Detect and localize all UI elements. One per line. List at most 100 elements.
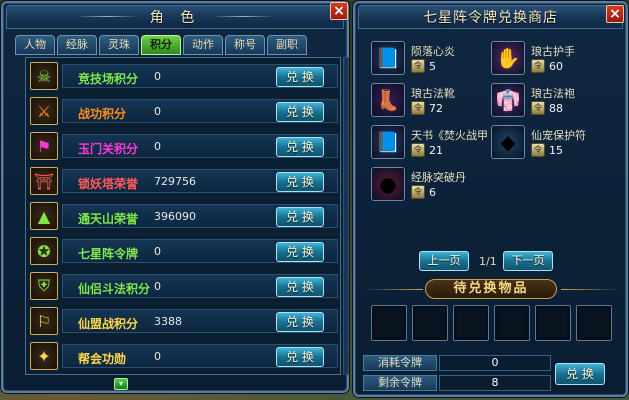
exchange-button[interactable]: 兑 换	[555, 363, 605, 385]
character-panel-title: 角 色	[149, 10, 201, 26]
exchange-score-button[interactable]: 兑 换	[276, 102, 324, 122]
exchange-score-button[interactable]: 兑 换	[276, 347, 324, 367]
fortress-flag-icon: ⚑	[30, 132, 58, 160]
pending-item-slot[interactable]	[371, 305, 407, 341]
shop-item[interactable]: 📘 天书《焚火战甲令 21	[371, 125, 489, 161]
pending-item-slot[interactable]	[535, 305, 571, 341]
pill-icon[interactable]: ●	[371, 167, 405, 201]
exchange-score-button[interactable]: 兑 换	[276, 207, 324, 227]
score-value: 0	[154, 280, 161, 293]
gauntlet-icon[interactable]: ✋	[491, 41, 525, 75]
shop-item[interactable]: ● 经脉突破丹令 6	[371, 167, 489, 203]
pending-item-slots	[371, 305, 615, 347]
prev-page-button[interactable]: 上一页	[419, 251, 469, 271]
title-ornament-left	[77, 16, 137, 17]
remaining-token-value: 8	[439, 375, 551, 391]
mountain-crystal-icon: ▲	[30, 202, 58, 230]
score-row: ☠ 竞技场积分 0 兑 换	[26, 61, 342, 92]
consume-token-value: 0	[439, 355, 551, 371]
shield-emblem-icon: ⛨	[30, 272, 58, 300]
character-tabs: 人物 经脉 灵珠 积分 动作 称号 副职	[15, 35, 307, 55]
score-label: 七星阵令牌	[78, 247, 139, 261]
exchange-score-button[interactable]: 兑 换	[276, 67, 324, 87]
shop-title-bar[interactable]: 七星阵令牌兑换商店	[358, 5, 623, 29]
token-icon: 令	[411, 101, 425, 115]
exchange-score-button[interactable]: 兑 换	[276, 137, 324, 157]
score-value: 0	[154, 70, 161, 83]
shop-item-name: 琅古法靴	[411, 87, 455, 100]
score-value: 0	[154, 350, 161, 363]
score-value: 729756	[154, 175, 196, 188]
boots-icon[interactable]: 👢	[371, 83, 405, 117]
chevron-down-icon[interactable]: ▾	[114, 378, 128, 390]
exchange-score-button[interactable]: 兑 换	[276, 277, 324, 297]
pending-item-slot[interactable]	[412, 305, 448, 341]
score-value: 396090	[154, 210, 196, 223]
tab-4[interactable]: 动作	[183, 35, 223, 55]
tab-3[interactable]: 积分	[141, 35, 181, 55]
shop-item[interactable]: ✋ 琅古护手令 60	[491, 41, 609, 77]
score-label: 帮会功勋	[78, 352, 127, 366]
pending-item-slot[interactable]	[453, 305, 489, 341]
shop-item-name: 陨落心炎	[411, 45, 455, 58]
exchange-shop-panel: 七星阵令牌兑换商店 × 📘 陨落心炎令 5 ✋ 琅古护手令 60 👢 琅古法靴令 72 👘 琅古法袍…	[353, 1, 628, 397]
shop-item-cost: 5	[429, 60, 436, 73]
tab-5[interactable]: 称号	[225, 35, 265, 55]
shop-item[interactable]: 📘 陨落心炎令 5	[371, 41, 489, 77]
score-row: ▲ 通天山荣誉 396090 兑 换	[26, 201, 342, 232]
shop-item[interactable]: 👢 琅古法靴令 72	[371, 83, 489, 119]
pet-charm-icon[interactable]: ◆	[491, 125, 525, 159]
exchange-score-button[interactable]: 兑 换	[276, 242, 324, 262]
page-indicator: 1/1	[479, 255, 497, 268]
close-icon[interactable]: ×	[330, 2, 348, 20]
exchange-score-button[interactable]: 兑 换	[276, 172, 324, 192]
tab-1[interactable]: 经脉	[57, 35, 97, 55]
score-label: 仙盟战积分	[78, 317, 139, 331]
pending-items-banner: 待兑换物品	[425, 279, 557, 299]
consume-token-label: 消耗令牌	[363, 355, 437, 371]
exchange-score-button[interactable]: 兑 换	[276, 312, 324, 332]
token-icon: 令	[531, 59, 545, 73]
shop-item[interactable]: 👘 琅古法袍令 88	[491, 83, 609, 119]
score-label: 通天山荣誉	[78, 212, 139, 226]
character-panel: 角 色 × 人物 经脉 灵珠 积分 动作 称号 副职 ☠ 竞技场积分 0 兑 换 ⚔ 战功积分 0 兑 换…	[1, 1, 349, 393]
shop-item-cost: 60	[549, 60, 563, 73]
character-title-bar[interactable]: 角 色	[6, 5, 344, 29]
next-page-button[interactable]: 下一页	[503, 251, 553, 271]
score-label: 战功积分	[78, 107, 127, 121]
token-icon: 令	[411, 59, 425, 73]
score-value: 0	[154, 105, 161, 118]
pagoda-icon: ⛩	[30, 167, 58, 195]
tab-6[interactable]: 副职	[267, 35, 307, 55]
remaining-token-label: 剩余令牌	[363, 375, 437, 391]
score-label: 锁妖塔荣誉	[78, 177, 139, 191]
token-icon: 令	[411, 143, 425, 157]
close-icon[interactable]: ×	[606, 5, 624, 23]
score-list-scrollbar[interactable]	[343, 57, 349, 375]
guild-seal-icon: ✦	[30, 342, 58, 370]
war-banner-icon: ⚐	[30, 307, 58, 335]
pending-item-slot[interactable]	[576, 305, 612, 341]
robe-icon[interactable]: 👘	[491, 83, 525, 117]
score-row: ⚐ 仙盟战积分 3388 兑 换	[26, 306, 342, 337]
shop-item-name: 仙宠保护符	[531, 129, 586, 142]
shop-item-name: 经脉突破丹	[411, 171, 466, 184]
shop-item-cost: 21	[429, 144, 443, 157]
token-icon: 令	[531, 143, 545, 157]
shop-item-name: 琅古护手	[531, 45, 575, 58]
book-icon[interactable]: 📘	[371, 41, 405, 75]
tab-2[interactable]: 灵珠	[99, 35, 139, 55]
tab-0[interactable]: 人物	[15, 35, 55, 55]
score-row: ⚔ 战功积分 0 兑 换	[26, 96, 342, 127]
score-label: 仙侣斗法积分	[78, 282, 151, 296]
skill-book-icon[interactable]: 📘	[371, 125, 405, 159]
score-list: ☠ 竞技场积分 0 兑 换 ⚔ 战功积分 0 兑 换 ⚑ 玉门关积分 0 兑 换 ⛩ 锁妖塔荣誉 72975…	[25, 57, 341, 375]
shop-item-cost: 88	[549, 102, 563, 115]
score-row: ✦ 帮会功勋 0 兑 换	[26, 341, 342, 372]
pending-item-slot[interactable]	[494, 305, 530, 341]
demon-mask-icon: ☠	[30, 62, 58, 90]
shop-item[interactable]: ◆ 仙宠保护符令 15	[491, 125, 609, 161]
seven-star-token-icon: ✪	[30, 237, 58, 265]
score-row: ⚑ 玉门关积分 0 兑 换	[26, 131, 342, 162]
shop-item-cost: 15	[549, 144, 563, 157]
